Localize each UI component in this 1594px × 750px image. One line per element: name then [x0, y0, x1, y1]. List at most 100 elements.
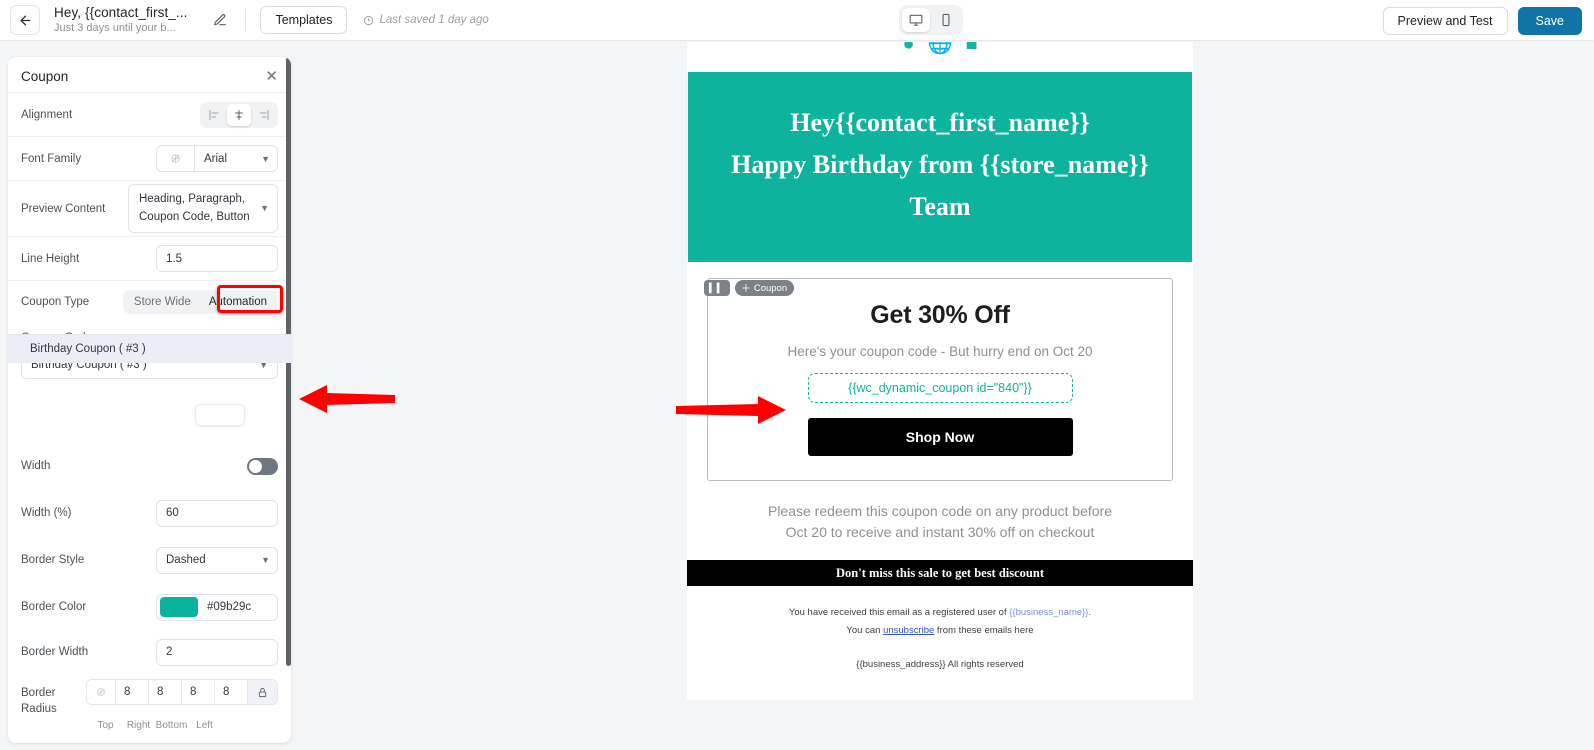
border-radius-left-input[interactable]: 8	[215, 680, 248, 704]
no-style-glyph-icon	[97, 688, 105, 696]
border-radius-right-input[interactable]: 8	[149, 680, 182, 704]
border-width-row: Border Width 2	[8, 629, 291, 675]
font-family-control: Arial ▼	[156, 145, 278, 172]
width-toggle-row: Width	[8, 441, 291, 491]
caption-top: Top	[97, 720, 114, 732]
annotation-arrow-left	[299, 385, 395, 413]
border-color-control[interactable]: #09b29c	[156, 593, 278, 621]
line-height-row: Line Height 1.5	[8, 237, 291, 281]
chevron-down-icon: ▼	[261, 153, 270, 164]
border-radius-captions: Top Right Bottom Left	[89, 720, 291, 731]
border-style-select[interactable]: Dashed ▼	[156, 546, 278, 574]
line-height-input[interactable]: 1.5	[156, 245, 278, 272]
preview-content-row: Preview Content Heading, Paragraph, Coup…	[8, 181, 291, 237]
border-radius-control: 8 8 8 8	[86, 679, 278, 705]
no-style-icon[interactable]	[87, 680, 116, 704]
save-button[interactable]: Save	[1517, 6, 1582, 35]
chevron-down-icon: ▼	[260, 202, 269, 213]
border-style-row: Border Style Dashed ▼	[8, 535, 291, 585]
alignment-row: Alignment	[8, 93, 291, 137]
no-style-icon[interactable]	[157, 146, 195, 171]
footer-line-2: You can unsubscribe from these emails he…	[687, 622, 1193, 640]
close-icon[interactable]: ✕	[265, 69, 278, 84]
lock-icon[interactable]	[248, 680, 277, 704]
border-width-label: Border Width	[21, 646, 89, 658]
line-height-value: 1.5	[166, 252, 182, 265]
block-tag-coupon[interactable]: Coupon	[734, 280, 795, 296]
footer-line-1-post: .	[1088, 607, 1092, 619]
align-right-icon	[259, 109, 269, 120]
obscured-input-field[interactable]	[195, 404, 245, 426]
desktop-icon	[909, 14, 923, 26]
dropdown-option-birthday-coupon[interactable]: Birthday Coupon ( #3 )	[8, 335, 291, 363]
coupon-type-label: Coupon Type	[21, 296, 90, 308]
footer-line-2-post: from these emails here	[934, 624, 1034, 636]
coupon-type-segmented-control: Store Wide Automation	[122, 290, 278, 314]
font-family-select[interactable]: Arial ▼	[195, 146, 277, 171]
logo-mark-right: ■	[965, 42, 978, 55]
no-style-glyph-icon	[171, 154, 180, 163]
color-swatch[interactable]	[160, 597, 198, 617]
coupon-block[interactable]: Get 30% Off Here's your coupon code - Bu…	[707, 278, 1173, 482]
unsubscribe-link[interactable]: unsubscribe	[883, 625, 934, 636]
footer-line-2-pre: You can	[846, 624, 884, 636]
templates-button[interactable]: Templates	[260, 6, 348, 34]
logo-mark-left: ●	[902, 42, 915, 55]
coupon-subheading: Here's your coupon code - But hurry end …	[787, 344, 1093, 360]
promo-bar[interactable]: Don't miss this sale to get best discoun…	[687, 560, 1193, 587]
hero-line-1: Hey{{contact_first_name}}	[790, 108, 1090, 137]
campaign-title: Hey, {{contact_first_...	[54, 4, 188, 20]
panel-title: Coupon	[21, 69, 69, 84]
width-percent-input[interactable]: 60	[156, 499, 278, 527]
coupon-type-store-wide[interactable]: Store Wide	[125, 292, 200, 312]
caption-bottom: Bottom	[155, 720, 188, 732]
top-toolbar: Hey, {{contact_first_... Just 3 days unt…	[0, 0, 1594, 41]
mobile-preview-button[interactable]	[932, 8, 960, 32]
back-button[interactable]	[10, 5, 40, 35]
font-family-value: Arial	[204, 152, 228, 165]
coupon-type-automation[interactable]: Automation	[200, 292, 276, 312]
hero-line-2: Happy Birthday from {{store_name}}	[731, 150, 1149, 180]
border-radius-top-input[interactable]: 8	[116, 680, 149, 704]
arrow-left-icon	[20, 15, 30, 25]
border-width-input[interactable]: 2	[156, 638, 278, 666]
globe-icon: 🌐	[927, 42, 953, 55]
shop-now-button[interactable]: Shop Now	[807, 418, 1073, 457]
align-left-button[interactable]	[202, 104, 226, 126]
width-percent-row: Width (%) 60	[8, 491, 291, 535]
footer-line-1-pre: You have received this email as a regist…	[788, 607, 1010, 619]
email-preview-canvas: ● 🌐 ■ Hey{{contact_first_name}} Happy Bi…	[687, 42, 1193, 700]
border-color-label: Border Color	[21, 601, 87, 613]
move-icon	[742, 284, 750, 292]
caption-right: Right	[126, 720, 151, 732]
edit-title-button[interactable]	[209, 9, 231, 31]
align-right-button[interactable]	[252, 104, 276, 126]
brand-logo: ● 🌐 ■	[687, 42, 1193, 56]
coupon-type-row: Coupon Type Store Wide Automation	[8, 281, 291, 323]
preview-and-test-button[interactable]: Preview and Test	[1382, 6, 1508, 35]
align-center-icon	[235, 109, 243, 120]
dropdown-spacer	[8, 379, 291, 441]
footer-business-name-placeholder: {{business_name}}	[1009, 607, 1089, 619]
desktop-preview-button[interactable]	[902, 8, 930, 32]
campaign-title-block: Hey, {{contact_first_... Just 3 days unt…	[54, 5, 187, 35]
alignment-button-group	[200, 101, 278, 128]
lock-glyph-icon	[258, 687, 267, 697]
email-hero-block[interactable]: Hey{{contact_first_name}} Happy Birthday…	[688, 72, 1192, 263]
footer-line-1: You have received this email as a regist…	[687, 604, 1193, 622]
width-toggle-switch[interactable]	[247, 457, 278, 475]
border-radius-bottom-input[interactable]: 8	[182, 680, 215, 704]
font-family-label: Font Family	[21, 152, 82, 165]
redeem-paragraph[interactable]: Please redeem this coupon code on any pr…	[687, 501, 1193, 543]
align-center-button[interactable]	[227, 103, 251, 126]
hero-line-3: Team	[909, 192, 971, 222]
line-height-label: Line Height	[21, 252, 80, 265]
preview-content-select[interactable]: Heading, Paragraph, Coupon Code, Button …	[128, 184, 278, 233]
alignment-label: Alignment	[21, 108, 73, 121]
drag-columns-icon[interactable]: ▍▍	[704, 280, 730, 296]
block-tag-label: Coupon	[753, 282, 788, 294]
coupon-code-field[interactable]: {{wc_dynamic_coupon id="840"}}	[807, 373, 1073, 404]
last-saved-status: Last saved 1 day ago	[363, 14, 489, 26]
email-footer: You have received this email as a regist…	[687, 604, 1193, 639]
border-width-value: 2	[166, 646, 173, 658]
